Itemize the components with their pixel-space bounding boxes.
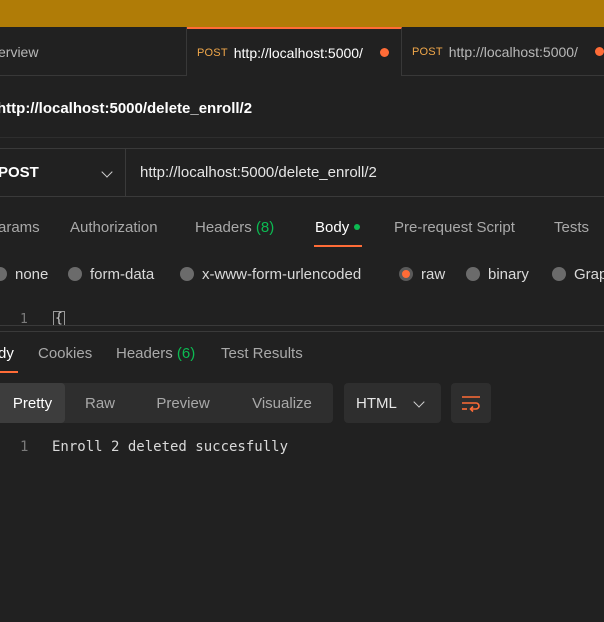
tab-authorization[interactable]: Authorization xyxy=(70,219,158,236)
radio-none[interactable]: none xyxy=(0,262,48,286)
response-tabs: dy Cookies Headers (6) Test Results xyxy=(0,334,604,374)
radio-label: binary xyxy=(488,265,529,283)
preview-button[interactable]: Preview xyxy=(135,383,231,423)
tab-method-label: POST xyxy=(197,46,228,59)
view-mode-segmented: Pretty Raw Preview Visualize xyxy=(0,383,333,423)
radio-circle-icon xyxy=(68,267,82,281)
tab-prerequest-script[interactable]: Pre-request Script xyxy=(394,219,515,236)
active-tab-underline xyxy=(314,245,362,247)
request-title[interactable]: http://localhost:5000/delete_enroll/2 xyxy=(0,100,252,117)
tab-method-label: POST xyxy=(412,45,443,58)
headers-count: (6) xyxy=(176,345,196,362)
tab-response-body[interactable]: dy xyxy=(0,345,14,362)
radio-circle-icon xyxy=(466,267,480,281)
radio-form-data[interactable]: form-data xyxy=(68,262,154,286)
tab-params[interactable]: arams xyxy=(0,219,40,236)
format-dropdown[interactable]: HTML xyxy=(344,383,441,423)
tab-request-active[interactable]: POST http://localhost:5000/ xyxy=(187,27,402,76)
radio-circle-icon xyxy=(180,267,194,281)
raw-button[interactable]: Raw xyxy=(65,383,135,423)
radio-label: x-www-form-urlencoded xyxy=(202,265,362,283)
tab-response-headers[interactable]: Headers (6) xyxy=(116,345,195,362)
radio-graphql[interactable]: Grap xyxy=(552,262,604,286)
pane-resize-divider[interactable] xyxy=(0,331,604,332)
url-bar: POST http://localhost:5000/delete_enroll… xyxy=(0,148,604,197)
body-type-radios: none form-data x-www-form-urlencoded raw… xyxy=(0,262,604,286)
unsaved-dot-icon xyxy=(594,47,604,56)
request-config-tabs: arams Authorization Headers (8) Body Pre… xyxy=(0,208,604,248)
radio-label: none xyxy=(15,265,49,283)
tab-body-label: Body xyxy=(315,219,350,236)
radio-urlencoded[interactable]: x-www-form-urlencoded xyxy=(180,262,361,286)
divider xyxy=(0,137,604,138)
tab-body[interactable]: Body xyxy=(315,219,361,236)
pretty-button[interactable]: Pretty xyxy=(0,383,65,423)
response-toolbar: Pretty Raw Preview Visualize HTML xyxy=(0,383,604,423)
tab-request-inactive[interactable]: POST http://localhost:5000/ xyxy=(402,27,604,76)
tab-headers-label: Headers xyxy=(195,219,252,236)
tab-test-results[interactable]: Test Results xyxy=(221,345,303,362)
unsaved-dot-icon xyxy=(379,48,389,57)
tab-tests[interactable]: Tests xyxy=(554,219,589,236)
tab-headers-label: Headers xyxy=(116,345,173,362)
request-body-editor[interactable]: 1 { xyxy=(0,310,604,326)
chevron-down-icon xyxy=(413,396,425,408)
method-value: POST xyxy=(0,164,39,181)
request-tabs-bar: erview POST http://localhost:5000/ POST … xyxy=(0,27,604,76)
radio-label: Grap xyxy=(574,265,604,283)
url-input[interactable]: http://localhost:5000/delete_enroll/2 xyxy=(140,149,377,196)
chevron-down-icon xyxy=(101,166,113,178)
tab-url-label: http://localhost:5000/ xyxy=(448,43,578,60)
active-tab-underline xyxy=(0,371,18,373)
radio-selected-icon xyxy=(399,267,413,281)
radio-binary[interactable]: binary xyxy=(466,262,529,286)
radio-circle-icon xyxy=(0,267,7,281)
response-text: Enroll 2 deleted succesfully xyxy=(52,439,289,455)
tab-overview[interactable]: erview xyxy=(0,27,187,76)
wrap-lines-icon xyxy=(462,396,480,413)
radio-raw[interactable]: raw xyxy=(399,262,445,286)
visualize-button[interactable]: Visualize xyxy=(231,383,333,423)
tab-cookies[interactable]: Cookies xyxy=(38,345,92,362)
editor-code[interactable]: { xyxy=(53,311,65,325)
tab-headers[interactable]: Headers (8) xyxy=(195,219,274,236)
body-indicator-dot-icon xyxy=(354,224,361,231)
response-body-viewer[interactable]: 1 Enroll 2 deleted succesfully xyxy=(0,436,604,460)
radio-circle-icon xyxy=(552,267,566,281)
method-dropdown[interactable]: POST xyxy=(0,149,126,196)
tab-overview-label: erview xyxy=(0,43,39,60)
line-number: 1 xyxy=(20,439,29,455)
headers-count: (8) xyxy=(255,219,275,236)
line-number: 1 xyxy=(20,312,28,326)
radio-label: form-data xyxy=(90,265,155,283)
format-value: HTML xyxy=(356,394,397,412)
tab-url-label: http://localhost:5000/ xyxy=(233,44,363,61)
wrap-lines-button[interactable] xyxy=(451,383,491,423)
radio-label: raw xyxy=(421,265,446,283)
window-top-bar xyxy=(0,0,604,27)
